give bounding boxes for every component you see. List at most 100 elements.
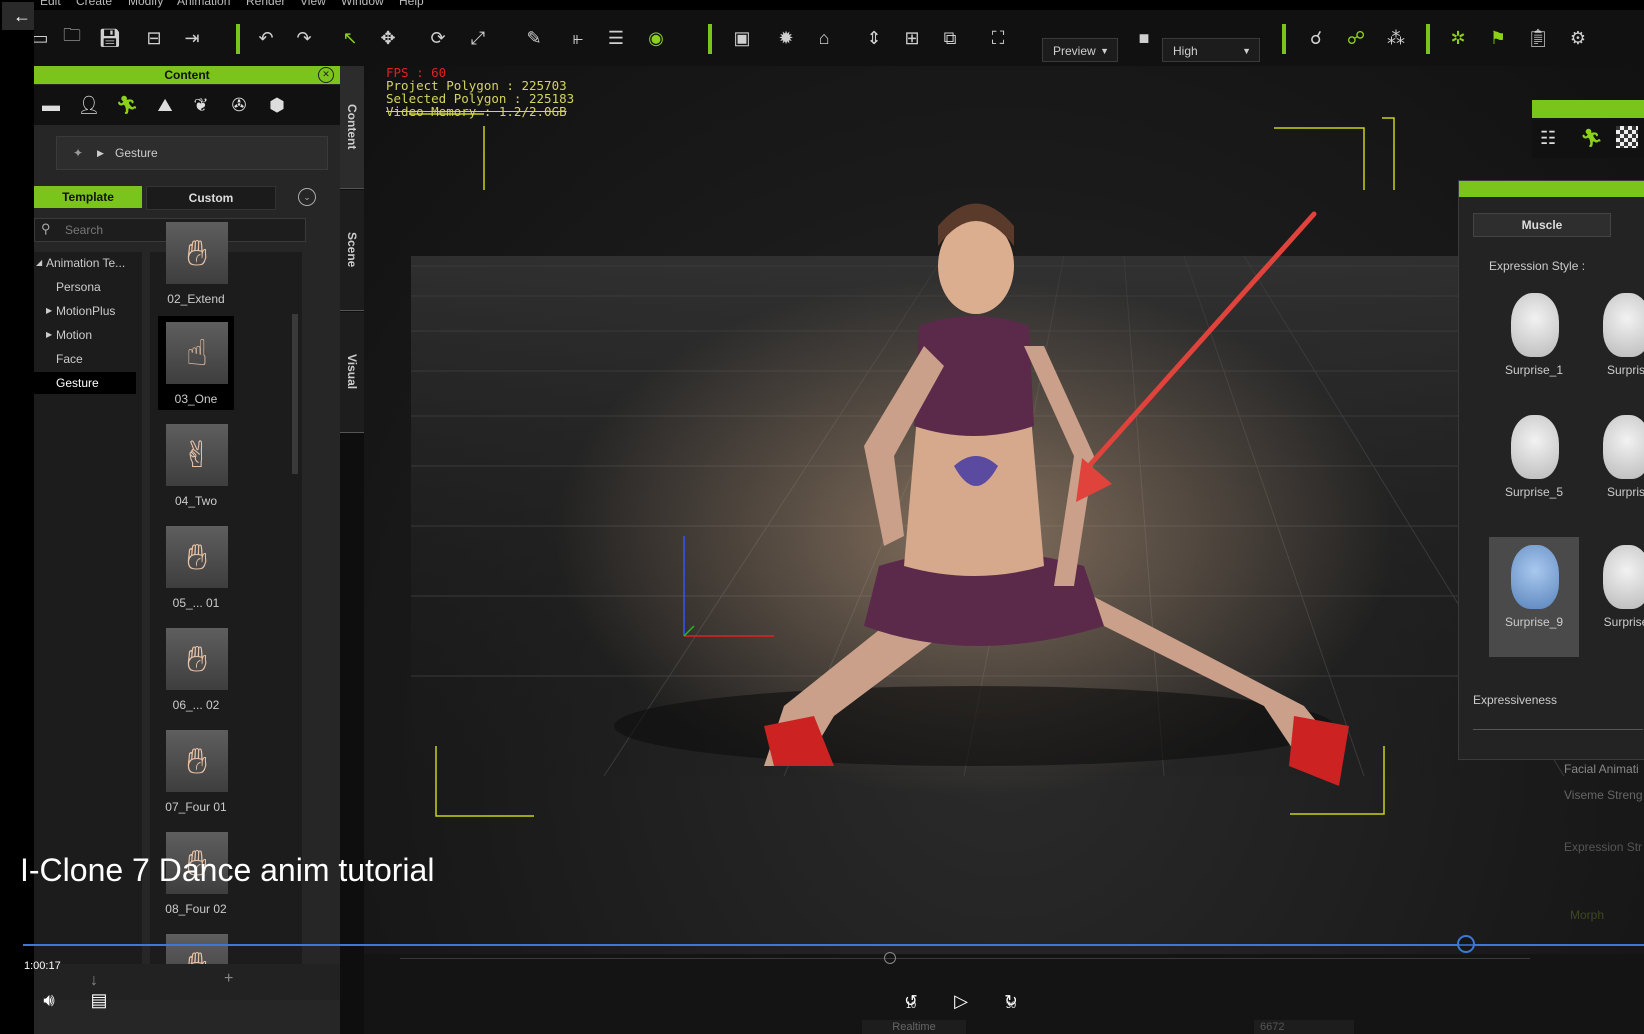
home-icon[interactable]: ⌂ [810, 24, 838, 52]
tab-content[interactable]: Content [340, 66, 364, 189]
tree-item-animation-template[interactable]: ◢ Animation Te... [34, 252, 142, 274]
right-panel-header [1532, 100, 1644, 118]
expression-thumbnail[interactable]: Surpris [1581, 285, 1644, 397]
align-center-icon[interactable]: ☰ [602, 24, 630, 52]
video-camera-icon[interactable]: ■ [1130, 24, 1158, 52]
thumbnail-item[interactable]: ✌︎ 04_Two [158, 418, 234, 512]
tab-scene[interactable]: Scene [340, 190, 364, 311]
save-icon[interactable]: 💾︎ [96, 24, 124, 52]
flag-icon[interactable]: ⚑ [1484, 24, 1512, 52]
add-icon[interactable]: + [224, 970, 233, 988]
zoom-extents-icon[interactable]: ⊞ [898, 24, 926, 52]
tab-muscle[interactable]: Muscle [1473, 213, 1611, 237]
menu-modify[interactable]: Modify [128, 0, 163, 8]
checker-icon[interactable] [1616, 126, 1638, 148]
expression-thumbnail[interactable]: Surpris [1581, 407, 1644, 519]
search-icon: ⚲ [41, 221, 51, 236]
select-arrow-icon[interactable]: ↖ [336, 24, 364, 52]
rotate-icon[interactable]: ⟳ [424, 24, 452, 52]
expression-thumbnail-selected[interactable]: Surprise_9 [1489, 537, 1579, 657]
face-preview-icon [1511, 293, 1559, 357]
timeline-track[interactable] [400, 958, 1530, 959]
eye-icon[interactable]: ◉ [642, 24, 670, 52]
thumbnail-item[interactable]: ✋︎ 06_... 02 [158, 622, 234, 716]
thumbnail-item[interactable]: ✋︎ 07_Four 01 [158, 724, 234, 818]
expression-thumbnail[interactable]: Surprise [1581, 537, 1644, 649]
menu-help[interactable]: Help [399, 0, 424, 8]
3d-viewport[interactable]: FPS : 60 Project Polygon : 225703 Select… [364, 66, 1644, 954]
tab-visual[interactable]: Visual [340, 312, 364, 433]
scrollbar[interactable] [292, 314, 298, 474]
chevron-down-icon[interactable]: ⌄ [298, 188, 316, 206]
export-icon[interactable]: ⊟ [140, 24, 168, 52]
new-file-icon[interactable]: ▭ [34, 24, 54, 52]
box-icon[interactable]: ⬢ [262, 91, 292, 119]
tree-item-motion[interactable]: ▶ Motion [34, 324, 142, 346]
redo-icon[interactable]: ↷ [290, 24, 318, 52]
light-icon[interactable]: ✹ [772, 24, 800, 52]
menu-animation[interactable]: Animation [177, 0, 230, 8]
avatar-icon[interactable]: 👤︎ [74, 91, 104, 119]
thumbnail-item[interactable]: ☝︎ 03_One [158, 316, 234, 410]
hand-gesture-icon: ✋︎ [166, 526, 228, 588]
eyedropper-icon[interactable]: ✎ [520, 24, 548, 52]
play-icon[interactable]: ▷ [946, 988, 976, 1014]
skip-forward-30-icon[interactable]: ↻ 30 [996, 988, 1026, 1014]
breadcrumb[interactable]: ✦ ▶ Gesture [56, 136, 328, 170]
tree-item-persona[interactable]: Persona [34, 276, 142, 298]
cubes-icon[interactable]: ⁂ [1382, 24, 1410, 52]
open-folder-icon[interactable]: 🗀 [58, 24, 86, 52]
align-left-icon[interactable]: ⫦ [564, 24, 592, 52]
camera-frame-icon[interactable]: ⧉ [936, 24, 964, 52]
tree-item-gesture[interactable]: Gesture [34, 372, 136, 394]
expression-thumbnail[interactable]: Surprise_1 [1489, 285, 1579, 397]
stage-icon[interactable]: ⛰ [150, 91, 180, 119]
film-reel-icon[interactable]: ✇ [224, 91, 254, 119]
toolbar-separator [708, 24, 712, 54]
menu-view[interactable]: View [300, 0, 326, 8]
timeline-handle[interactable] [884, 952, 896, 964]
skip-back-10-icon[interactable]: ↺ 10 [896, 988, 926, 1014]
toolbar-separator [236, 24, 240, 54]
fullscreen-icon[interactable]: ⛶ [984, 24, 1012, 52]
settings-bone-icon[interactable]: ⚙ [1564, 24, 1592, 52]
motion-icon[interactable]: 🏃︎ [1580, 128, 1603, 149]
close-icon[interactable]: ✕ [318, 67, 334, 83]
facial-animation-label: Facial Animati [1564, 762, 1639, 776]
thumbnail-item[interactable]: ✋︎ 05_... 01 [158, 520, 234, 614]
scale-icon[interactable]: ⤢ [464, 24, 492, 52]
menu-render[interactable]: Render [246, 0, 285, 8]
motion-icon[interactable]: 🏃︎ [112, 91, 142, 119]
panel-icon[interactable]: ▣ [728, 24, 756, 52]
fit-icon[interactable]: ⇕ [860, 24, 888, 52]
character-green-icon[interactable]: ✲ [1444, 24, 1472, 52]
toolbar-separator [1282, 24, 1286, 54]
tab-custom[interactable]: Custom [146, 186, 276, 210]
undo-icon[interactable]: ↶ [252, 24, 280, 52]
expression-thumbnail[interactable]: Surprise_5 [1489, 407, 1579, 519]
tab-template[interactable]: Template [34, 186, 142, 208]
expressiveness-slider[interactable] [1473, 729, 1643, 730]
clipboard-icon[interactable]: 📋︎ [1524, 24, 1552, 52]
thumbnail-item[interactable]: ✋︎ 02_Extend [158, 216, 234, 310]
frame-field[interactable]: 6672 [1254, 1020, 1354, 1034]
quality-dropdown[interactable]: High ▼ [1162, 38, 1260, 62]
render-mode-dropdown[interactable]: Preview ▼ [1042, 38, 1118, 62]
prop-icon[interactable]: ❦ [186, 91, 216, 119]
move-icon[interactable]: ✥ [374, 24, 402, 52]
folder-icon[interactable]: ▬ [36, 91, 66, 119]
captions-icon[interactable]: ▤ [84, 988, 114, 1012]
import-icon[interactable]: ⇥ [178, 24, 206, 52]
video-seek-bar[interactable] [23, 944, 1644, 946]
menu-edit[interactable]: Edit [40, 0, 61, 8]
sliders-icon[interactable]: ☷ [1540, 128, 1556, 149]
bone-add-icon[interactable]: ☍ [1342, 24, 1370, 52]
video-seek-handle[interactable] [1456, 935, 1475, 953]
menu-create[interactable]: Create [76, 0, 112, 8]
menu-window[interactable]: Window [341, 0, 384, 8]
volume-icon[interactable]: 🔊︎ [34, 988, 64, 1012]
tree-item-motionplus[interactable]: ▶ MotionPlus [34, 300, 142, 322]
realtime-dropdown[interactable]: Realtime [862, 1020, 966, 1034]
bone-icon[interactable]: ☌ [1302, 24, 1330, 52]
tree-item-face[interactable]: Face [34, 348, 142, 370]
